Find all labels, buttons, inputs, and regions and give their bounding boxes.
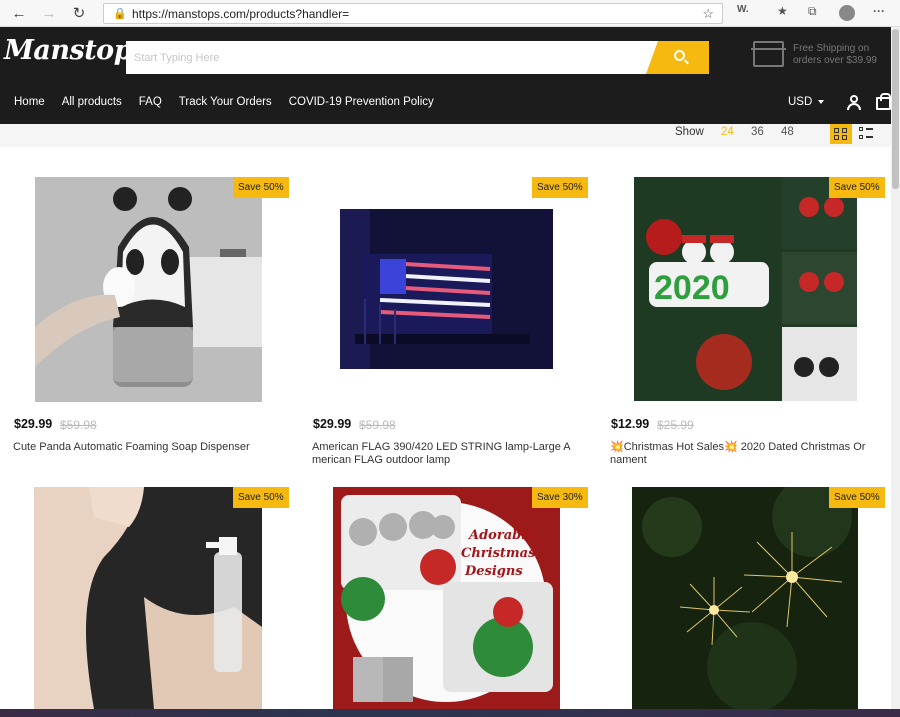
show-option-36[interactable]: 36: [751, 126, 764, 138]
discount-badge: Save 50%: [233, 177, 289, 198]
product-title-line: American FLAG 390/420 LED STRING lamp-La…: [312, 441, 571, 453]
product-old-price: $25.99: [657, 418, 694, 432]
product-image[interactable]: Adorable Christmas Designs: [333, 487, 560, 709]
product-price: $29.99: [313, 417, 352, 431]
url-text: https://manstops.com/products?handler=: [132, 6, 350, 21]
show-option-48[interactable]: 48: [781, 126, 794, 138]
list-view-icon[interactable]: [859, 126, 875, 142]
address-bar[interactable]: 🔒 https://manstops.com/products?handler=…: [103, 3, 723, 24]
nav-covid-policy[interactable]: COVID-19 Prevention Policy: [289, 96, 434, 108]
product-old-price: $59.98: [60, 418, 97, 432]
search-input[interactable]: [126, 41, 646, 74]
product-price: $12.99: [611, 417, 650, 431]
product-title[interactable]: American FLAG 390/420 LED STRING lamp-La…: [312, 441, 587, 467]
nav-all-products[interactable]: All products: [62, 96, 122, 108]
os-taskbar: [0, 709, 900, 717]
nav-home[interactable]: Home: [14, 96, 45, 108]
image-caption-line: Adorable: [467, 528, 534, 543]
shipping-line-2: orders over $39.99: [793, 55, 877, 66]
piping-tips-image: Adorable Christmas Designs: [333, 487, 560, 709]
grid-view-icon[interactable]: [830, 124, 852, 144]
forward-arrow-icon[interactable]: →: [38, 2, 60, 24]
show-option-24[interactable]: 24: [721, 126, 734, 138]
flag-lamp-image: [340, 209, 553, 369]
discount-badge: Save 30%: [532, 487, 588, 508]
caret-down-icon: [818, 99, 825, 104]
free-shipping-note: Free Shipping on orders over $39.99: [793, 43, 877, 67]
site-header: Manstops Free Shipping on orders over $3…: [0, 27, 891, 124]
spray-bottle-image: [34, 487, 262, 709]
search-icon: [674, 50, 685, 61]
product-title-line: 💥Christmas Hot Sales💥 2020 Dated Christm…: [610, 441, 866, 453]
product-image[interactable]: [632, 487, 858, 709]
product-title[interactable]: Cute Panda Automatic Foaming Soap Dispen…: [13, 441, 288, 454]
discount-badge: Save 50%: [532, 177, 588, 198]
image-caption-line: Christmas: [461, 546, 536, 561]
browser-toolbar: ← → ↻ 🔒 https://manstops.com/products?ha…: [0, 0, 900, 27]
image-caption-line: Designs: [464, 564, 523, 579]
more-menu-icon[interactable]: ···: [873, 4, 885, 18]
nav-track-orders[interactable]: Track Your Orders: [179, 96, 272, 108]
favorites-list-icon[interactable]: ★: [777, 4, 788, 18]
discount-badge: Save 50%: [829, 487, 885, 508]
product-toolbar: Show 24 36 48: [0, 124, 891, 147]
main-nav: Home All products FAQ Track Your Orders …: [14, 96, 451, 108]
nav-faq[interactable]: FAQ: [139, 96, 162, 108]
product-old-price: $59.98: [359, 418, 396, 432]
user-account-icon[interactable]: [847, 95, 861, 110]
soap-dispenser-image: [35, 177, 262, 402]
discount-badge: Save 50%: [829, 177, 885, 198]
scrollbar-thumb[interactable]: [892, 29, 899, 189]
svg-text:2020: 2020: [654, 269, 730, 307]
shopping-bag-icon[interactable]: [876, 93, 891, 110]
product-title-line: Cute Panda Automatic Foaming Soap Dispen…: [13, 441, 250, 453]
product-image[interactable]: 2020: [634, 177, 857, 401]
firework-lights-image: [632, 487, 858, 709]
product-title-line: merican FLAG outdoor lamp: [312, 454, 451, 466]
shipping-box-icon: [751, 41, 786, 67]
back-arrow-icon[interactable]: ←: [8, 2, 30, 24]
collections-icon[interactable]: ⧉: [808, 4, 817, 19]
profile-avatar[interactable]: [839, 5, 855, 21]
search-button[interactable]: [646, 41, 709, 74]
favorite-star-icon[interactable]: ☆: [702, 6, 714, 22]
product-price: $29.99: [14, 417, 53, 431]
product-image[interactable]: [34, 487, 262, 709]
christmas-ornament-image: 2020: [634, 177, 857, 401]
currency-label: USD: [788, 96, 813, 108]
currency-selector[interactable]: USD: [788, 96, 825, 108]
search-bar: [126, 41, 709, 74]
extension-icon[interactable]: W.: [737, 4, 749, 15]
page-scrollbar[interactable]: [891, 27, 900, 709]
shipping-line-1: Free Shipping on: [793, 43, 870, 54]
lock-icon: 🔒: [113, 8, 127, 20]
product-title-line: nament: [610, 454, 647, 466]
show-label: Show: [675, 126, 704, 138]
discount-badge: Save 50%: [233, 487, 289, 508]
product-image[interactable]: [35, 177, 262, 402]
refresh-icon[interactable]: ↻: [68, 2, 90, 24]
product-image[interactable]: [340, 209, 553, 369]
product-title[interactable]: 💥Christmas Hot Sales💥 2020 Dated Christm…: [610, 441, 885, 467]
